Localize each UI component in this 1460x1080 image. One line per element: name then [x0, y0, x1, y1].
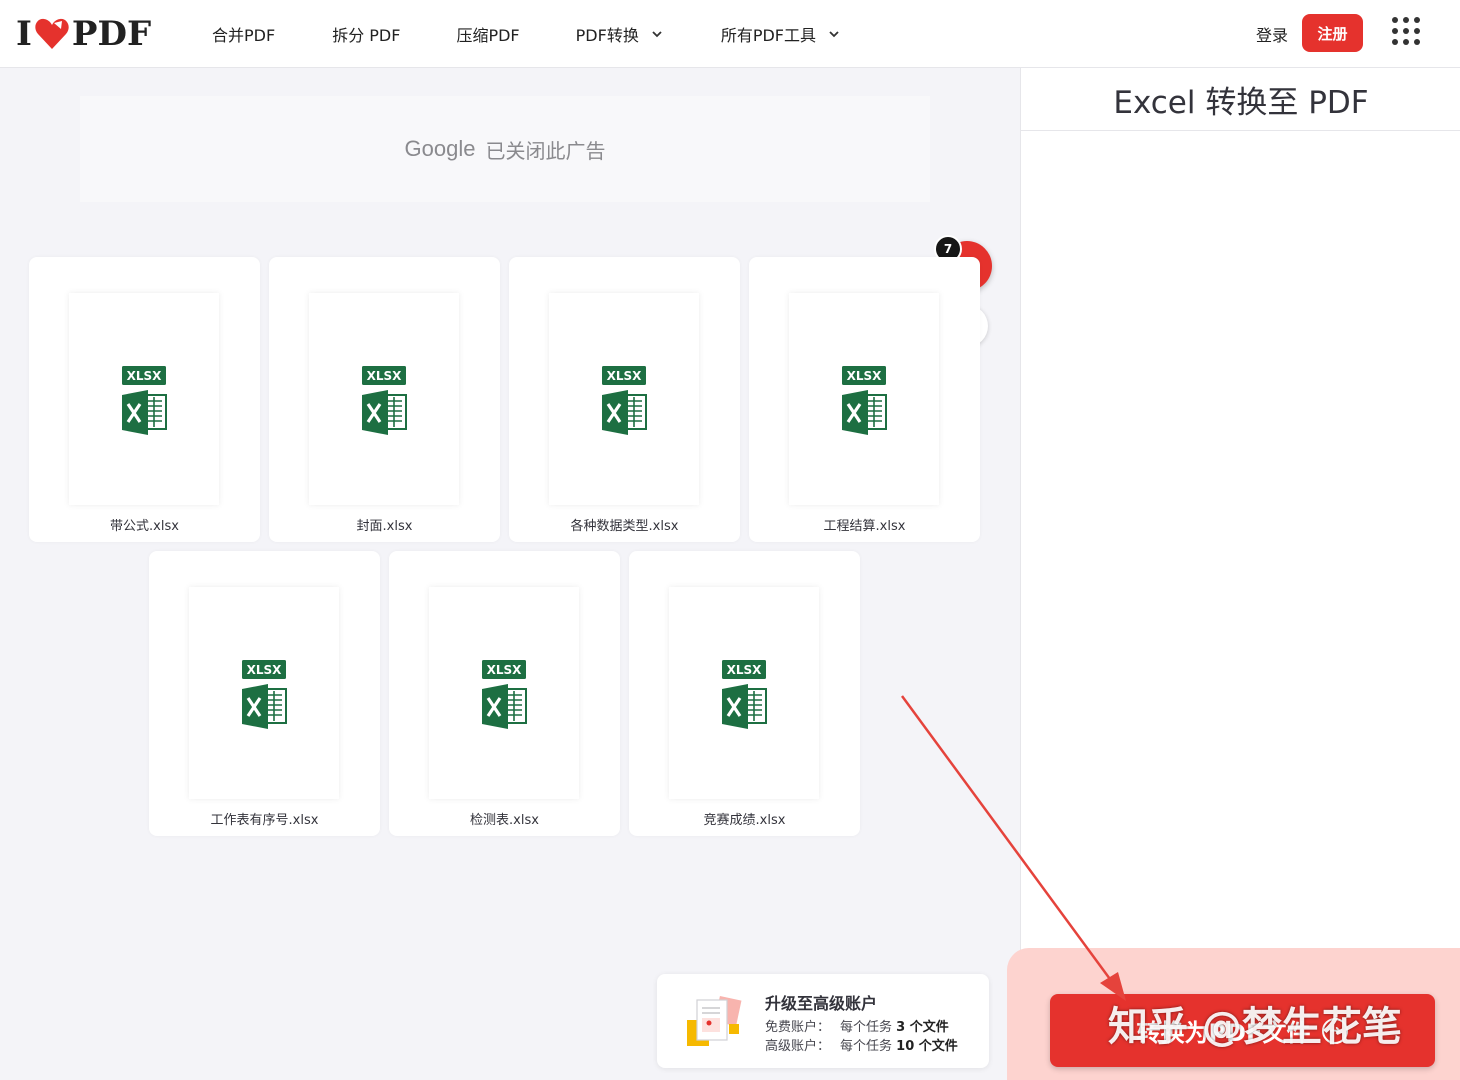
chevron-down-icon [652, 31, 662, 38]
nav-split-pdf[interactable]: 拆分 PDF [332, 22, 400, 46]
file-name: 各种数据类型.xlsx [570, 519, 679, 534]
ad-text: 已关闭此广告 [485, 138, 606, 163]
tool-title: Excel 转换至 PDF [1021, 68, 1460, 131]
file-name: 带公式.xlsx [110, 519, 179, 534]
excel-file-icon: XLSX [122, 366, 167, 435]
excel-file-icon: XLSX [602, 366, 647, 435]
free-account-line: 免费账户： 每个任务 3 个文件 [765, 1020, 949, 1035]
file-card[interactable]: XLSX 带公式.xlsx [29, 257, 260, 542]
nav-all-tools[interactable]: 所有PDF工具 [721, 22, 840, 46]
apps-grid-icon[interactable] [1392, 17, 1424, 49]
excel-file-icon: XLSX [722, 660, 767, 729]
main-nav: 合并PDF 拆分 PDF 压缩PDF PDF转换 所有PDF工具 [212, 0, 840, 68]
nav-label: 压缩PDF [456, 26, 520, 45]
file-card[interactable]: XLSX 各种数据类型.xlsx [509, 257, 740, 542]
file-name: 封面.xlsx [356, 519, 413, 534]
excel-file-icon: XLSX [242, 660, 287, 729]
options-sidebar: Excel 转换至 PDF [1007, 68, 1460, 1080]
file-thumbnail: XLSX [789, 293, 939, 505]
nav-label: 所有PDF工具 [720, 26, 817, 45]
svg-text:XLSX: XLSX [847, 369, 883, 383]
convert-to-pdf-button[interactable]: 转换为PDF文件 ➜ [1050, 994, 1435, 1067]
login-link[interactable]: 登录 [1256, 22, 1288, 46]
chevron-down-icon [829, 31, 839, 38]
file-name: 竞赛成绩.xlsx [703, 813, 786, 828]
excel-file-icon: XLSX [362, 366, 407, 435]
nav-merge-pdf[interactable]: 合并PDF [212, 22, 275, 46]
nav-label: 拆分 PDF [332, 26, 401, 45]
svg-text:XLSX: XLSX [607, 369, 643, 383]
upgrade-promo[interactable]: 升级至高级账户 免费账户： 每个任务 3 个文件 高级账户： 每个任务 10 个文件 [657, 974, 989, 1068]
svg-text:XLSX: XLSX [367, 369, 403, 383]
nav-compress-pdf[interactable]: 压缩PDF [456, 22, 519, 46]
heart-icon [35, 18, 69, 49]
nav-label: PDF转换 [575, 26, 639, 45]
excel-file-icon: XLSX [482, 660, 527, 729]
logo-text-left: I [16, 14, 32, 54]
convert-button-label: 转换为PDF文件 [1136, 1019, 1311, 1047]
nav-convert-pdf[interactable]: PDF转换 [576, 22, 663, 46]
top-navbar: I PDF 合并PDF 拆分 PDF 压缩PDF PDF转换 所有PDF工具 登… [0, 0, 1460, 68]
file-thumbnail: XLSX [69, 293, 219, 505]
file-thumbnail: XLSX [189, 587, 339, 799]
file-workspace: Google 已关闭此广告 7 A Z XLSX带公式.xlsxXLSX封面.x… [0, 68, 1020, 1080]
premium-account-line: 高级账户： 每个任务 10 个文件 [765, 1039, 958, 1054]
file-thumbnail: XLSX [549, 293, 699, 505]
file-card[interactable]: XLSX 工作表有序号.xlsx [149, 551, 380, 836]
file-name: 工作表有序号.xlsx [210, 813, 319, 828]
file-card[interactable]: XLSX 工程结算.xlsx [749, 257, 980, 542]
svg-text:XLSX: XLSX [727, 663, 763, 677]
ad-brand: Google [404, 136, 476, 161]
excel-file-icon: XLSX [842, 366, 887, 435]
svg-text:XLSX: XLSX [127, 369, 163, 383]
file-card[interactable]: XLSX 竞赛成绩.xlsx [629, 551, 860, 836]
ilovepdf-logo[interactable]: I PDF [16, 14, 151, 54]
arrow-right-icon: ➜ [1322, 1017, 1349, 1044]
nav-label: 合并PDF [212, 26, 276, 45]
logo-text-right: PDF [71, 14, 152, 54]
file-thumbnail: XLSX [669, 587, 819, 799]
closed-ad-banner: Google 已关闭此广告 [80, 96, 930, 202]
file-thumbnail: XLSX [309, 293, 459, 505]
svg-text:XLSX: XLSX [487, 663, 523, 677]
file-card[interactable]: XLSX 封面.xlsx [269, 257, 500, 542]
signup-button[interactable]: 注册 [1302, 14, 1363, 52]
svg-text:XLSX: XLSX [247, 663, 283, 677]
document-illustration-icon [687, 995, 742, 1046]
file-name: 检测表.xlsx [470, 813, 539, 828]
file-name: 工程结算.xlsx [823, 519, 906, 534]
file-thumbnail: XLSX [429, 587, 579, 799]
upgrade-title: 升级至高级账户 [765, 994, 878, 1013]
file-card[interactable]: XLSX 检测表.xlsx [389, 551, 620, 836]
